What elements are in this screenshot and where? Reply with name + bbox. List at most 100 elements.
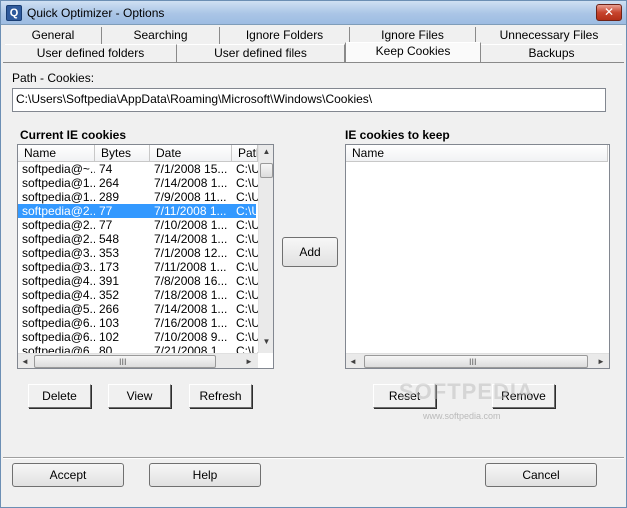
table-row[interactable]: softpedia@2... 77 7/10/2008 1... C:\U — [18, 218, 258, 232]
hscroll-grip: III — [119, 357, 127, 367]
keep-scroll-right-arrow[interactable]: ► — [596, 357, 606, 366]
cookie-path-cell: C:\U — [236, 316, 258, 330]
cookie-name-cell: softpedia@1... — [22, 176, 95, 190]
cookie-path-cell: C:\U — [236, 190, 258, 204]
cookie-date-cell: 7/11/2008 1... — [154, 204, 227, 218]
keep-cookies-header: Name — [346, 145, 609, 162]
cookie-path-cell: C:\U — [236, 246, 258, 260]
help-button[interactable]: Help — [149, 463, 261, 487]
scroll-right-arrow[interactable]: ► — [244, 357, 254, 366]
accept-button[interactable]: Accept — [12, 463, 124, 487]
vscroll-thumb[interactable] — [260, 163, 273, 178]
table-row[interactable]: softpedia@3... 353 7/1/2008 12... C:\U — [18, 246, 258, 260]
column-name[interactable]: Name — [18, 145, 95, 162]
tab-user-defined-folders[interactable]: User defined folders — [5, 44, 177, 62]
cookie-bytes-cell: 353 — [99, 246, 120, 260]
path-label: Path - Cookies: — [12, 71, 95, 85]
cookie-bytes-cell: 103 — [99, 316, 120, 330]
table-row[interactable]: softpedia@6... 103 7/16/2008 1... C:\U — [18, 316, 258, 330]
cookie-path-cell: C:\U — [236, 274, 258, 288]
cookie-date-cell: 7/10/2008 9... — [154, 330, 228, 344]
app-icon: Q — [6, 5, 22, 21]
cookie-path-cell: C:\U — [236, 204, 258, 218]
column-path[interactable]: Path — [232, 145, 258, 162]
keep-scroll-left-arrow[interactable]: ◄ — [348, 357, 358, 366]
cookie-name-cell: softpedia@3... — [22, 260, 95, 274]
cookie-date-cell: 7/11/2008 1... — [154, 260, 227, 274]
cookie-name-cell: softpedia@2... — [22, 232, 95, 246]
table-row[interactable]: softpedia@2... 548 7/14/2008 1... C:\U — [18, 232, 258, 246]
cookie-date-cell: 7/14/2008 1... — [154, 176, 228, 190]
cookie-name-cell: softpedia@~... — [22, 162, 95, 176]
table-row[interactable]: softpedia@1... 289 7/9/2008 11... C:\U — [18, 190, 258, 204]
column-date[interactable]: Date — [150, 145, 232, 162]
cookie-path-cell: C:\U — [236, 260, 258, 274]
scroll-left-arrow[interactable]: ◄ — [20, 357, 30, 366]
current-cookies-list[interactable]: Name Bytes Date Path softpedia@~... 74 7/1… — [17, 144, 274, 369]
title-bar[interactable]: Q Quick Optimizer - Options ✕ — [1, 1, 626, 25]
cookie-bytes-cell: 77 — [99, 218, 113, 232]
add-button[interactable]: Add — [282, 237, 338, 267]
keep-cookies-list[interactable]: Name ◄ III ► — [345, 144, 610, 369]
keep-list-hscroll[interactable]: ◄ III ► — [346, 353, 609, 368]
cookie-bytes-cell: 352 — [99, 288, 120, 302]
hscroll-thumb[interactable]: III — [34, 355, 216, 368]
cookie-date-cell: 7/1/2008 12... — [154, 246, 228, 260]
cookie-date-cell: 7/14/2008 1... — [154, 232, 228, 246]
cookie-bytes-cell: 266 — [99, 302, 120, 316]
cookie-path-cell: C:\U — [236, 176, 258, 190]
cookie-bytes-cell: 77 — [99, 204, 113, 218]
table-row[interactable]: softpedia@3... 173 7/11/2008 1... C:\U — [18, 260, 258, 274]
table-row[interactable]: softpedia@4... 352 7/18/2008 1... C:\U — [18, 288, 258, 302]
cookie-name-cell: softpedia@6... — [22, 316, 95, 330]
cookie-date-cell: 7/10/2008 1... — [154, 218, 228, 232]
cookie-path-cell: C:\U — [236, 162, 258, 176]
softpedia-watermark-url: www.softpedia.com — [423, 411, 501, 421]
scroll-up-arrow[interactable]: ▲ — [259, 147, 273, 156]
keep-cookies-heading: IE cookies to keep — [345, 128, 450, 142]
keep-column-name[interactable]: Name — [346, 145, 608, 162]
tab-user-defined-files[interactable]: User defined files — [177, 44, 345, 62]
cookie-date-cell: 7/8/2008 16... — [154, 274, 228, 288]
current-list-hscroll[interactable]: ◄ III ► — [18, 353, 258, 368]
cookie-date-cell: 7/18/2008 1... — [154, 288, 228, 302]
tab-unnecessary-files[interactable]: Unnecessary Files — [476, 27, 622, 45]
close-button[interactable]: ✕ — [596, 4, 622, 21]
tab-backups[interactable]: Backups — [481, 44, 622, 62]
current-list-vscroll[interactable]: ▲ ▼ — [258, 145, 273, 353]
tab-general[interactable]: General — [5, 27, 102, 45]
cookie-bytes-cell: 74 — [99, 162, 113, 176]
path-input[interactable]: C:\Users\Softpedia\AppData\Roaming\Micro… — [12, 88, 606, 112]
scroll-down-arrow[interactable]: ▼ — [259, 337, 273, 346]
table-row[interactable]: softpedia@5... 266 7/14/2008 1... C:\U — [18, 302, 258, 316]
cookie-name-cell: softpedia@4... — [22, 274, 95, 288]
table-row[interactable]: softpedia@6... 102 7/10/2008 9... C:\U — [18, 330, 258, 344]
cookie-name-cell: softpedia@4... — [22, 288, 95, 302]
options-window: Q Quick Optimizer - Options ✕ General Se… — [0, 0, 627, 508]
keep-hscroll-thumb[interactable]: III — [364, 355, 588, 368]
cancel-button[interactable]: Cancel — [485, 463, 597, 487]
cookie-bytes-cell: 548 — [99, 232, 120, 246]
cookie-bytes-cell: 173 — [99, 260, 120, 274]
cookie-bytes-cell: 264 — [99, 176, 120, 190]
cookie-name-cell: softpedia@6... — [22, 330, 95, 344]
table-row[interactable]: softpedia@~... 74 7/1/2008 15... C:\U — [18, 162, 258, 176]
table-row[interactable]: softpedia@2... 77 7/11/2008 1... C:\U — [18, 204, 258, 218]
cookie-name-cell: softpedia@5... — [22, 302, 95, 316]
cookie-path-cell: C:\U — [236, 330, 258, 344]
tab-ignore-folders[interactable]: Ignore Folders — [220, 27, 350, 45]
tab-keep-cookies[interactable]: Keep Cookies — [345, 42, 481, 62]
current-cookies-header: Name Bytes Date Path — [18, 145, 273, 162]
table-row[interactable]: softpedia@1... 264 7/14/2008 1... C:\U — [18, 176, 258, 190]
tab-searching[interactable]: Searching — [102, 27, 220, 45]
table-row[interactable]: softpedia@4... 391 7/8/2008 16... C:\U — [18, 274, 258, 288]
refresh-button[interactable]: Refresh — [189, 384, 252, 408]
delete-button[interactable]: Delete — [28, 384, 91, 408]
keep-hscroll-grip: III — [469, 357, 477, 367]
view-button[interactable]: View — [108, 384, 171, 408]
column-bytes[interactable]: Bytes — [95, 145, 150, 162]
window-title: Quick Optimizer - Options — [27, 6, 165, 20]
cookie-path-cell: C:\U — [236, 218, 258, 232]
cookie-date-cell: 7/16/2008 1... — [154, 316, 228, 330]
cookie-bytes-cell: 102 — [99, 330, 120, 344]
